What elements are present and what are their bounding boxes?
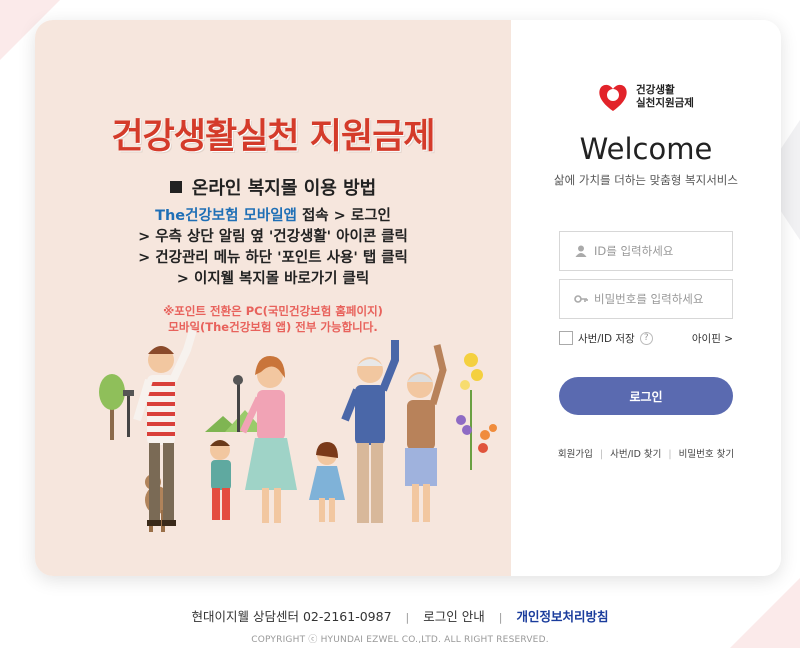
user-icon bbox=[575, 245, 587, 257]
square-bullet-icon bbox=[169, 181, 182, 193]
flowers-right bbox=[456, 353, 497, 470]
grandfather-figure bbox=[341, 340, 399, 523]
step-1-app-name: The건강보험 모바일앱 bbox=[155, 208, 297, 224]
tagline: 삶에 가치를 더하는 맞춤형 복지서비스 bbox=[554, 173, 738, 187]
family-exercise-illustration bbox=[99, 328, 497, 532]
tree-left bbox=[99, 374, 134, 440]
note-line-1: ※포인트 전환은 PC(국민건강보험 홈페이지) bbox=[163, 304, 383, 318]
step-3: > 건강관리 메뉴 하단 '포인트 사용' 탭 클릭 bbox=[138, 250, 408, 266]
find-id-link[interactable]: 사번/ID 찾기 bbox=[610, 449, 661, 460]
id-input[interactable] bbox=[594, 244, 724, 258]
login-guide-link[interactable]: 로그인 안내 bbox=[423, 609, 484, 624]
login-panel: 건강생활 실천지원금제 Welcome 삶에 가치를 더하는 맞춤형 복지서비스… bbox=[511, 20, 781, 576]
signup-link[interactable]: 회원가입 bbox=[558, 449, 593, 460]
link-divider: | bbox=[599, 449, 604, 460]
footer-divider: | bbox=[498, 611, 503, 624]
promo-subtitle: 온라인 복지몰 이용 방법 bbox=[35, 174, 511, 200]
heart-logo-icon bbox=[599, 84, 627, 111]
save-id-label[interactable]: 사번/ID 저장 bbox=[578, 331, 635, 346]
promo-title: 건강생활실천 지원금제 bbox=[111, 117, 435, 157]
footer: 현대이지웰 상담센터 02-2161-0987 | 로그인 안내 | 개인정보처리방침 bbox=[0, 606, 800, 625]
support-center-info: 현대이지웰 상담센터 02-2161-0987 bbox=[191, 609, 392, 624]
privacy-policy-link[interactable]: 개인정보처리방침 bbox=[516, 609, 608, 624]
step-4: > 이지웰 복지몰 바로가기 클릭 bbox=[176, 271, 370, 287]
copyright: COPYRIGHT ⓒ HYUNDAI EZWEL CO.,LTD. ALL R… bbox=[251, 635, 549, 645]
password-input[interactable] bbox=[594, 292, 724, 306]
mother-figure bbox=[239, 356, 297, 523]
logo-line-2: 실천지원금제 bbox=[636, 97, 694, 109]
help-icon[interactable]: ? bbox=[639, 331, 653, 345]
logo-text: 건강생활 실천지원금제 bbox=[636, 84, 694, 110]
save-id-checkbox[interactable] bbox=[559, 331, 573, 345]
step-2: > 우측 상단 알림 옆 '건강생활' 아이콘 클릭 bbox=[138, 229, 408, 245]
promo-subtitle-text: 온라인 복지몰 이용 방법 bbox=[191, 178, 377, 199]
grandmother-figure bbox=[405, 344, 447, 522]
find-password-link[interactable]: 비밀번호 찾기 bbox=[679, 449, 734, 460]
id-field[interactable] bbox=[559, 231, 733, 271]
step-1-text: 접속 > 로그인 bbox=[296, 208, 391, 224]
welcome-heading: Welcome bbox=[579, 132, 713, 166]
ipin-link[interactable]: 아이핀 > bbox=[692, 331, 733, 346]
brand-logo: 건강생활 실천지원금제 bbox=[596, 80, 694, 114]
footer-divider: | bbox=[405, 611, 410, 624]
promo-panel: 건강생활실천 지원금제 온라인 복지몰 이용 방법 The건강보험 모바일앱 접… bbox=[35, 20, 511, 576]
step-1: The건강보험 모바일앱 접속 > 로그인 bbox=[35, 206, 511, 227]
boy-figure bbox=[210, 440, 231, 520]
account-links: 회원가입 | 사번/ID 찾기 | 비밀번호 찾기 bbox=[511, 446, 781, 460]
link-divider: | bbox=[668, 449, 672, 460]
login-button[interactable]: 로그인 bbox=[559, 377, 733, 415]
girl-figure bbox=[309, 442, 345, 522]
login-card: 건강생활실천 지원금제 온라인 복지몰 이용 방법 The건강보험 모바일앱 접… bbox=[35, 20, 781, 576]
login-options: 사번/ID 저장 ? 아이핀 > bbox=[559, 329, 733, 347]
logo-line-1: 건강생활 bbox=[636, 84, 675, 96]
key-icon bbox=[574, 295, 588, 303]
password-field[interactable] bbox=[559, 279, 733, 319]
usage-steps: The건강보험 모바일앱 접속 > 로그인 > 우측 상단 알림 옆 '건강생활… bbox=[35, 206, 511, 290]
